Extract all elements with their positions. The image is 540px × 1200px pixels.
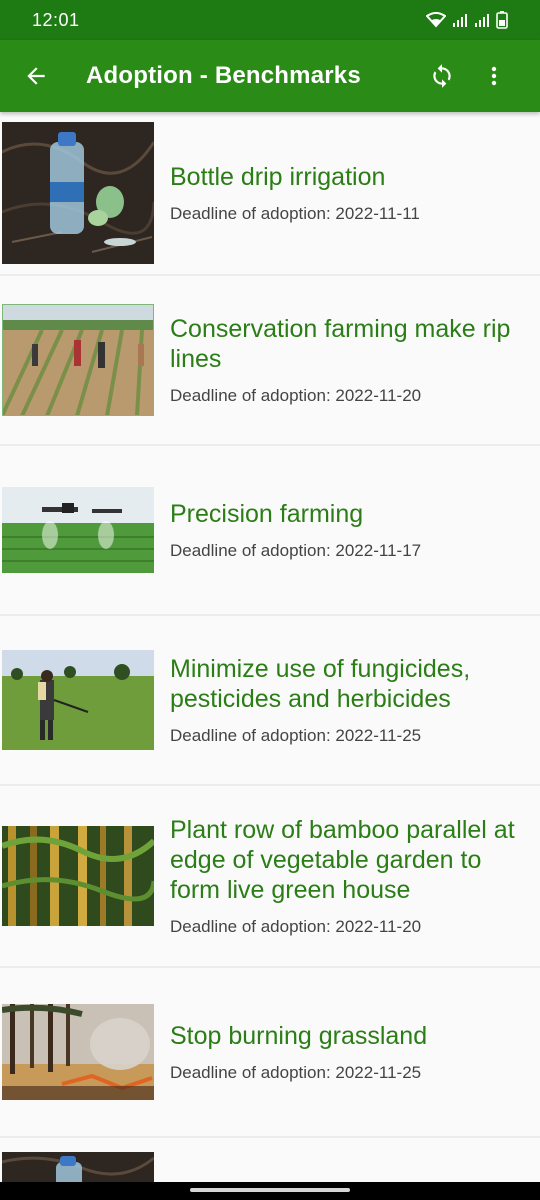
item-text: Plant row of bamboo parallel at edge of … (154, 815, 540, 937)
list-item[interactable]: Stop burning grassland Deadline of adopt… (0, 968, 540, 1138)
app-bar: Adoption - Benchmarks (0, 40, 540, 112)
deadline-text: Deadline of adoption: 2022-11-11 (170, 204, 420, 223)
benchmark-title: Stop burning grassland (170, 1022, 428, 1050)
deadline-text: Deadline of adoption: 2022-11-25 (170, 726, 422, 745)
deadline-text: Deadline of adoption: 2022-11-17 (170, 541, 422, 560)
benchmark-image (2, 826, 154, 926)
item-text: Minimize use of fungicides, pesticides a… (154, 654, 540, 746)
list-item[interactable]: Bottle drip irrigation Deadline of adopt… (0, 112, 540, 276)
more-options-button[interactable] (470, 40, 518, 112)
benchmark-image (2, 1004, 154, 1100)
arrow-back-icon (27, 67, 45, 85)
list-item[interactable] (0, 1138, 540, 1182)
wifi-icon (426, 12, 446, 28)
signal-icon (475, 14, 489, 27)
list-item[interactable]: Plant row of bamboo parallel at edge of … (0, 786, 540, 968)
benchmark-title: Plant row of bamboo parallel at edge of … (170, 816, 515, 904)
item-text: Precision farming Deadline of adoption: … (154, 499, 441, 561)
refresh-icon (433, 64, 451, 88)
benchmark-image (2, 122, 154, 264)
home-gesture-handle[interactable] (190, 1188, 350, 1192)
benchmark-image (2, 650, 154, 750)
status-time: 12:01 (32, 9, 80, 30)
status-bar: 12:01 (0, 0, 540, 40)
battery-icon (496, 11, 508, 29)
list-item[interactable]: Conservation farming make rip lines Dead… (0, 276, 540, 446)
refresh-button[interactable] (418, 40, 466, 112)
navigation-bar (0, 1182, 540, 1200)
item-text: Bottle drip irrigation Deadline of adopt… (154, 162, 440, 224)
signal-icon (453, 14, 467, 27)
deadline-text: Deadline of adoption: 2022-11-25 (170, 1063, 422, 1082)
benchmark-title: Minimize use of fungicides, pesticides a… (170, 655, 471, 713)
benchmark-image (2, 487, 154, 573)
deadline-text: Deadline of adoption: 2022-11-20 (170, 917, 422, 936)
item-text: Stop burning grassland Deadline of adopt… (154, 1021, 447, 1083)
deadline-text: Deadline of adoption: 2022-11-20 (170, 386, 422, 405)
list-item[interactable]: Precision farming Deadline of adoption: … (0, 446, 540, 616)
benchmark-image (2, 304, 154, 416)
item-text: Conservation farming make rip lines Dead… (154, 314, 540, 406)
benchmark-title: Precision farming (170, 500, 364, 528)
benchmark-list[interactable]: Bottle drip irrigation Deadline of adopt… (0, 112, 540, 1182)
page-title: Adoption - Benchmarks (86, 62, 361, 89)
back-button[interactable] (0, 40, 72, 112)
benchmark-title: Conservation farming make rip lines (170, 315, 511, 373)
status-icons (426, 11, 508, 29)
list-item[interactable]: Minimize use of fungicides, pesticides a… (0, 616, 540, 786)
more-vert-icon (491, 66, 497, 86)
benchmark-image (2, 1152, 154, 1182)
benchmark-title: Bottle drip irrigation (170, 163, 386, 191)
